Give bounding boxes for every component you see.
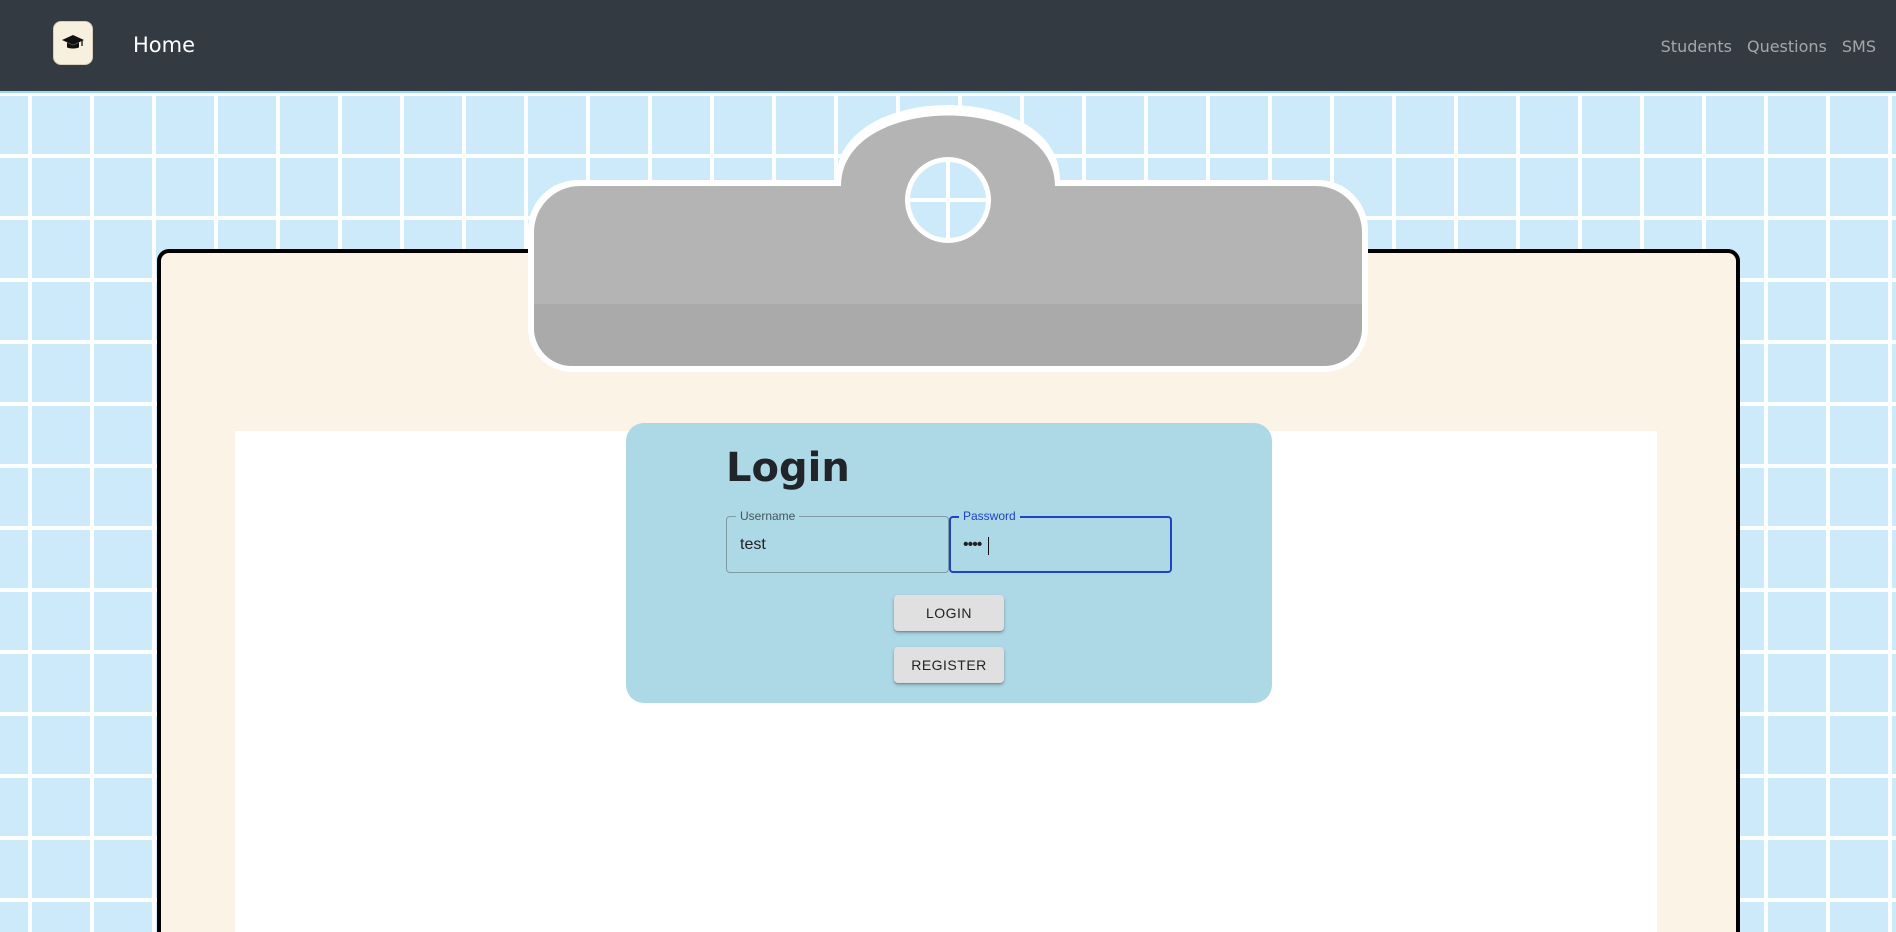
graduation-cap-icon — [62, 35, 84, 49]
nav-links: Students Questions SMS — [1661, 37, 1876, 56]
home-link[interactable]: Home — [133, 33, 195, 57]
app-logo[interactable] — [53, 21, 93, 65]
username-field: Username — [726, 509, 949, 573]
password-field: Password — [949, 509, 1172, 573]
nav-link-sms[interactable]: SMS — [1842, 37, 1876, 56]
login-card: Login Username Password LOGIN REGISTER — [626, 423, 1272, 703]
nav-link-students[interactable]: Students — [1661, 37, 1732, 56]
username-input[interactable] — [727, 517, 948, 572]
nav-link-questions[interactable]: Questions — [1747, 37, 1827, 56]
password-input[interactable] — [951, 518, 1170, 571]
register-button[interactable]: REGISTER — [894, 647, 1004, 683]
clipboard-clip — [528, 105, 1368, 372]
login-button[interactable]: LOGIN — [894, 595, 1004, 631]
top-navbar: Home Students Questions SMS — [0, 0, 1896, 93]
login-title: Login — [726, 445, 850, 491]
text-cursor — [988, 537, 989, 555]
